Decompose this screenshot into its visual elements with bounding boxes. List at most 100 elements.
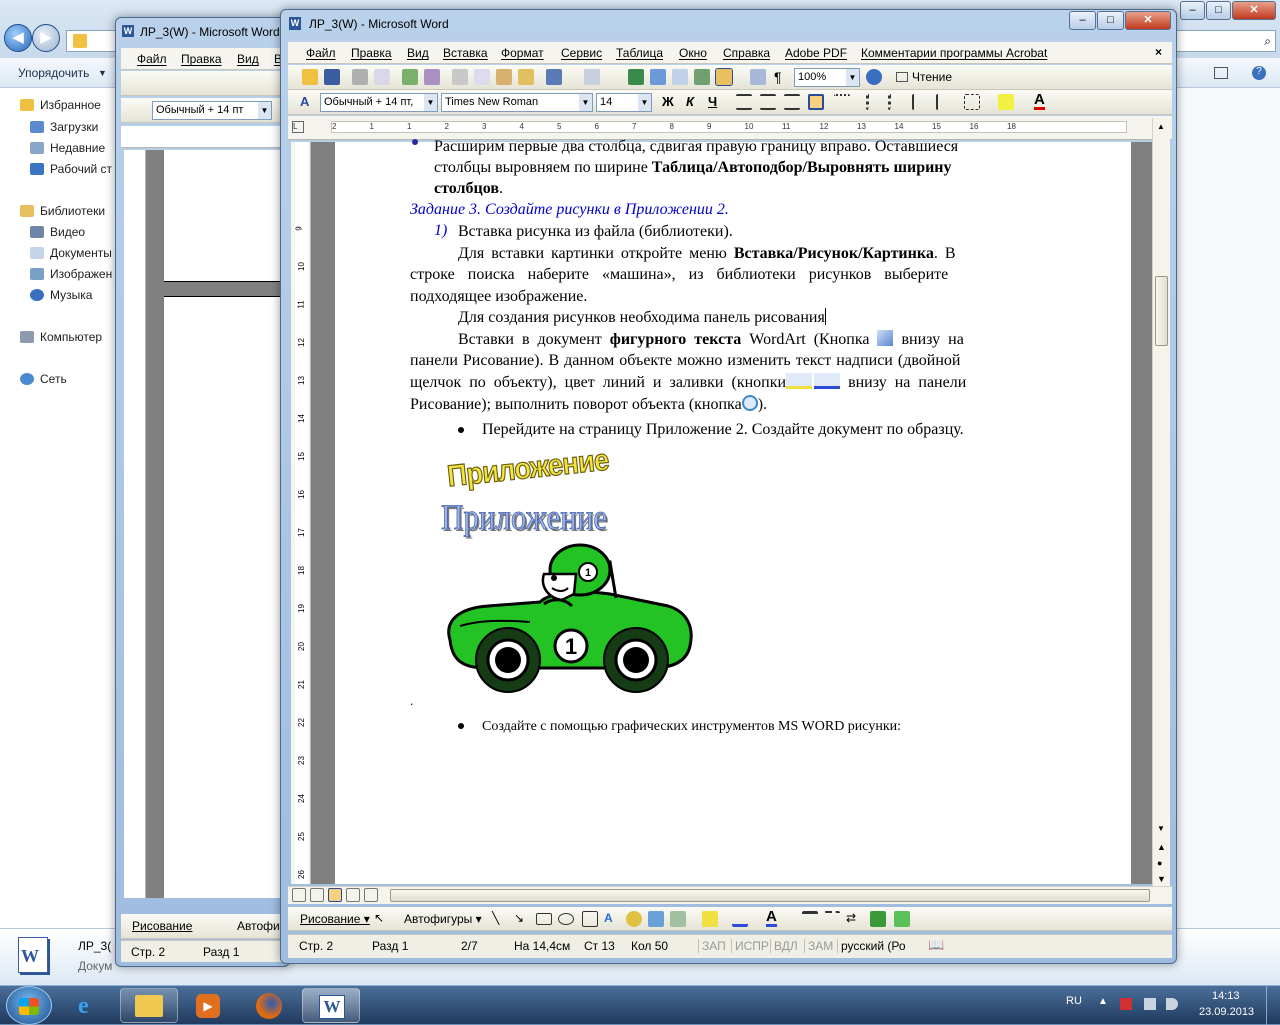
document-map-icon[interactable] (750, 69, 766, 85)
copy-icon[interactable] (474, 69, 490, 85)
show-desktop-button[interactable] (1266, 986, 1280, 1025)
menu-view[interactable]: Вид (407, 46, 429, 60)
save-icon[interactable] (324, 69, 340, 85)
normal-view-icon[interactable] (292, 888, 306, 902)
help-icon[interactable]: ? (1252, 66, 1266, 80)
maximize-button[interactable]: □ (1097, 11, 1124, 30)
bullets-icon[interactable] (888, 94, 904, 110)
line-spacing-icon[interactable] (834, 94, 850, 110)
back-style-combo[interactable]: Обычный + 14 пт ▼ (152, 101, 272, 120)
keyboard-language[interactable]: RU (1066, 995, 1082, 1007)
insert-picture-icon[interactable] (670, 911, 686, 927)
spelling-status-icon[interactable]: 📖 (928, 937, 944, 953)
line-icon[interactable]: ╲ (492, 911, 508, 927)
close-button[interactable]: ✕ (1125, 11, 1171, 30)
forward-arrow-icon[interactable]: ▶ (32, 24, 60, 52)
print-icon[interactable] (352, 69, 368, 85)
web-view-icon[interactable] (310, 888, 324, 902)
arrow-icon[interactable]: ↘ (514, 911, 530, 927)
format-painter-icon[interactable] (518, 69, 534, 85)
cut-icon[interactable] (452, 69, 468, 85)
scroll-up-icon[interactable]: ▲ (1157, 122, 1165, 131)
next-page-icon[interactable]: ▼ (1157, 874, 1166, 884)
drawing-menu[interactable]: Рисование ▾ (300, 912, 370, 926)
menu-adobe-pdf[interactable]: Adobe PDF (785, 46, 847, 60)
3d-style-icon[interactable] (894, 911, 910, 927)
menu-file[interactable]: Файл (306, 46, 336, 60)
taskbar-ie[interactable]: e (62, 988, 120, 1023)
address-bar[interactable] (66, 30, 116, 52)
decrease-indent-icon[interactable] (912, 94, 928, 110)
wordart-blue[interactable]: Приложение (441, 496, 608, 538)
menu-insert[interactable]: Вставка (443, 46, 488, 60)
status-extend[interactable]: ВДЛ (770, 939, 798, 953)
underline-button[interactable]: Ч (708, 94, 717, 109)
vertical-scroll-thumb[interactable] (1155, 276, 1168, 346)
race-car-clipart[interactable]: 1 1 (440, 540, 696, 700)
menu-acrobat-comments[interactable]: Комментарии программы Acrobat (861, 46, 1047, 60)
italic-button[interactable]: К (686, 94, 694, 109)
explorer-search-input[interactable]: ⌕ (1176, 30, 1276, 52)
horizontal-scroll-thumb[interactable] (390, 889, 1150, 902)
reading-mode-button[interactable]: Чтение (896, 70, 952, 84)
numbering-icon[interactable] (866, 94, 882, 110)
arrow-style-icon[interactable]: ⇄ (846, 911, 862, 927)
drawing-toggle-icon[interactable] (715, 68, 733, 86)
back-drawing-menu[interactable]: Рисование (132, 919, 192, 933)
oval-icon[interactable] (558, 913, 574, 925)
previous-page-icon[interactable]: ▲ (1157, 842, 1166, 852)
style-combo[interactable]: Обычный + 14 пт, ▼ (320, 93, 438, 112)
borders-icon[interactable] (964, 94, 980, 110)
back-arrow-icon[interactable]: ◀ (4, 24, 32, 52)
undo-icon[interactable] (546, 69, 562, 85)
hyperlink-icon[interactable] (628, 69, 644, 85)
show-formatting-icon[interactable]: ¶ (774, 69, 782, 85)
network-icon[interactable] (1144, 998, 1156, 1010)
menu-view[interactable]: Вид (237, 52, 259, 66)
taskbar-media-player[interactable]: ▶ (180, 988, 238, 1023)
tray-expand-icon[interactable]: ▲ (1098, 996, 1108, 1007)
browse-object-icon[interactable]: ● (1157, 858, 1162, 868)
organize-button[interactable]: Упорядочить (18, 66, 89, 80)
taskbar-explorer[interactable] (120, 988, 178, 1023)
action-center-icon[interactable] (1120, 998, 1132, 1010)
clock-date[interactable]: 23.09.2013 (1199, 1006, 1254, 1018)
help-icon[interactable] (866, 69, 882, 85)
taskbar-word[interactable]: W (302, 988, 360, 1023)
scroll-down-icon[interactable]: ▼ (1157, 824, 1165, 833)
dash-style-icon[interactable] (824, 911, 840, 927)
menu-edit[interactable]: Правка (351, 46, 392, 60)
align-center-icon[interactable] (760, 94, 776, 110)
font-color-icon[interactable]: A (1034, 92, 1045, 110)
close-document-icon[interactable]: × (1155, 45, 1162, 59)
menu-help[interactable]: Справка (723, 46, 770, 60)
menu-edit[interactable]: Правка (181, 52, 222, 66)
rectangle-icon[interactable] (536, 913, 552, 925)
font-size-combo[interactable]: 14 ▼ (596, 93, 652, 112)
explorer-maximize-button[interactable]: □ (1206, 1, 1231, 20)
taskbar-firefox[interactable] (240, 988, 298, 1023)
align-right-icon[interactable] (784, 94, 800, 110)
vertical-scrollbar[interactable]: ▲ ▼ ▲ ● ▼ (1152, 118, 1170, 888)
status-overtype[interactable]: ЗАМ (804, 939, 833, 953)
menu-window[interactable]: Окно (679, 46, 707, 60)
explorer-close-button[interactable]: ✕ (1232, 1, 1276, 20)
spelling-icon[interactable] (402, 69, 418, 85)
text-box-icon[interactable] (582, 911, 598, 927)
menu-file[interactable]: Файл (137, 52, 167, 66)
clipart-icon[interactable] (648, 911, 664, 927)
justify-icon[interactable] (808, 94, 824, 110)
explorer-minimize-button[interactable]: – (1180, 1, 1205, 20)
font-color-icon[interactable]: A (766, 909, 777, 927)
tables-borders-icon[interactable] (650, 69, 666, 85)
select-objects-icon[interactable]: ↖ (374, 911, 386, 927)
diagram-icon[interactable] (626, 911, 642, 927)
shadow-style-icon[interactable] (870, 911, 886, 927)
font-combo[interactable]: Times New Roman ▼ (441, 93, 593, 112)
insert-table-icon[interactable] (672, 69, 688, 85)
bold-button[interactable]: Ж (662, 94, 674, 109)
menu-tools[interactable]: Сервис (561, 46, 602, 60)
fill-color-icon[interactable] (702, 911, 718, 927)
line-style-icon[interactable] (802, 911, 818, 927)
preview-pane-icon[interactable] (1214, 67, 1228, 79)
